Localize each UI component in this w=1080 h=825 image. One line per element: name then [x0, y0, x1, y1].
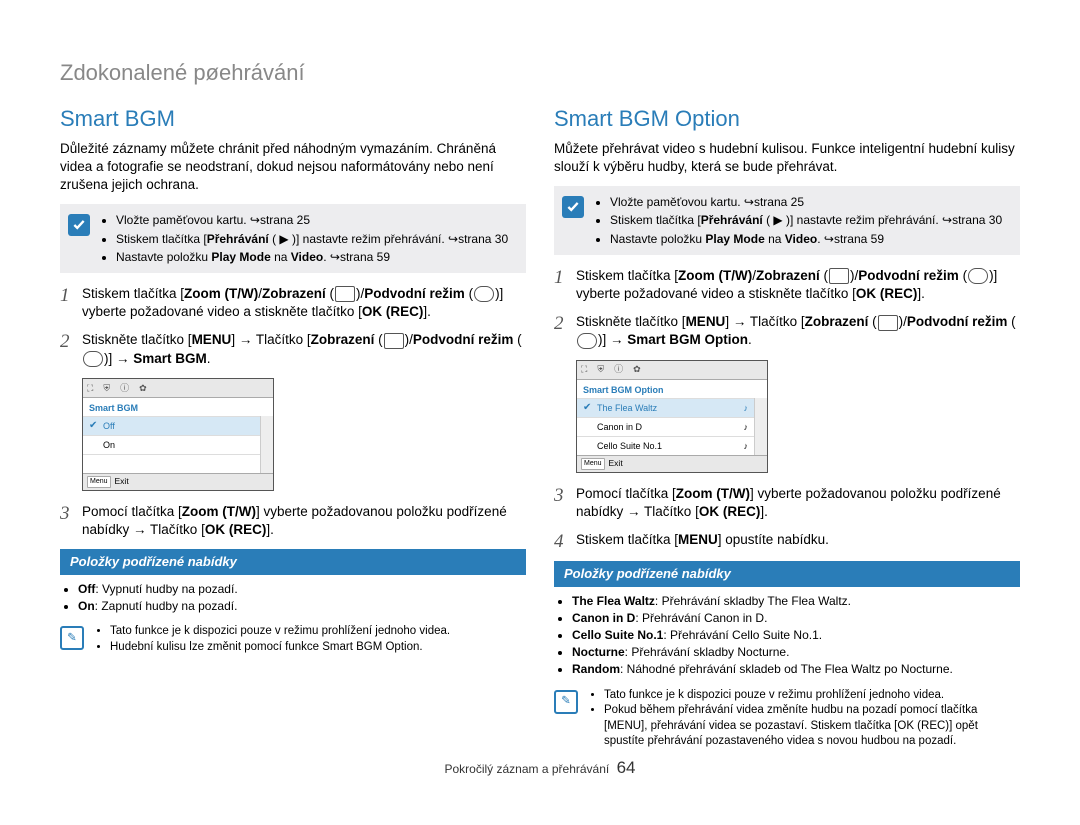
prereq-note-left: Vložte paměťovou kartu. ↪strana 25 Stisk… [60, 204, 526, 273]
tip-item: Hudební kulisu lze změnit pomocí funkce … [110, 640, 450, 656]
step-number: 2 [60, 331, 82, 351]
submenu-item: Off: Vypnutí hudby na pozadí. [78, 581, 526, 597]
underwater-icon [83, 351, 103, 367]
scrollbar [754, 398, 767, 455]
scrollbar [260, 416, 273, 473]
ss-title: Smart BGM Option [577, 380, 767, 398]
submenu-item: Random: Náhodné přehrávání skladeb od Th… [572, 661, 1020, 677]
section-heading-right: Smart BGM Option [554, 104, 1020, 134]
note-icon: ✎ [60, 626, 84, 650]
submenu-item: The Flea Waltz: Přehrávání skladby The F… [572, 593, 1020, 609]
prereq-note-right: Vložte paměťovou kartu. ↪strana 25 Stisk… [554, 186, 1020, 255]
tip-item: Tato funkce je k dispozici pouze v režim… [110, 624, 450, 640]
underwater-icon [968, 268, 988, 284]
sd-icon: ⛶ [581, 363, 587, 375]
sd-icon: ⛶ [87, 382, 93, 394]
display-icon [878, 315, 898, 331]
display-icon [384, 333, 404, 349]
left-column: Smart BGM Důležité záznamy můžete chráni… [60, 104, 526, 750]
ss-title: Smart BGM [83, 398, 273, 416]
ss-toolbar: ⛶ ⛨ ⓘ ✿ [83, 379, 273, 398]
submenu-header: Položky podřízené nabídky [60, 549, 526, 575]
submenu-item: On: Zapnutí hudby na pozadí. [78, 598, 526, 614]
ss-toolbar: ⛶ ⛨ ⓘ ✿ [577, 361, 767, 380]
note-item: Nastavte položku Play Mode na Video. ↪st… [610, 231, 1002, 247]
info-icon: ⓘ [614, 363, 623, 375]
menu-button: Menu [581, 458, 605, 470]
ss-row-selected: ✔The Flea Waltz♪ [577, 398, 754, 417]
intro-right: Můžete přehrávat video s hudební kulisou… [554, 140, 1020, 176]
underwater-icon [577, 333, 597, 349]
intro-left: Důležité záznamy můžete chránit před náh… [60, 140, 526, 195]
note-item: Vložte paměťovou kartu. ↪strana 25 [116, 212, 508, 228]
submenu-list: The Flea Waltz: Přehrávání skladby The F… [554, 593, 1020, 678]
step-3: 3 Pomocí tlačítka [Zoom (T/W)] vyberte p… [554, 485, 1020, 521]
step-4: 4 Stiskem tlačítka [MENU] opustíte nabíd… [554, 531, 1020, 551]
submenu-item: Nocturne: Přehrávání skladby Nocturne. [572, 644, 1020, 660]
ss-row: Cello Suite No.1♪ [577, 436, 754, 455]
right-column: Smart BGM Option Můžete přehrávat video … [554, 104, 1020, 750]
display-icon [829, 268, 849, 284]
page-footer: Pokročilý záznam a přehrávání 64 [60, 758, 1020, 778]
section-heading-left: Smart BGM [60, 104, 526, 134]
ss-row: Canon in D♪ [577, 417, 754, 436]
lock-icon: ⛨ [103, 382, 110, 394]
check-icon: ✔ [583, 401, 593, 415]
submenu-list: Off: Vypnutí hudby na pozadí. On: Zapnut… [60, 581, 526, 614]
step-2: 2 Stiskněte tlačítko [MENU] → Tlačítko [… [60, 331, 526, 367]
tip-box-left: ✎ Tato funkce je k dispozici pouze v rež… [60, 624, 526, 655]
note-item: Vložte paměťovou kartu. ↪strana 25 [610, 194, 1002, 210]
note-item: Stiskem tlačítka [Přehrávání ( ▶ )] nast… [610, 212, 1002, 228]
tip-item: Tato funkce je k dispozici pouze v režim… [604, 688, 1020, 704]
ss-row: On [83, 435, 260, 454]
step-number: 1 [554, 267, 576, 287]
ss-footer: MenuExit [83, 473, 273, 490]
note-item: Stiskem tlačítka [Přehrávání ( ▶ )] nast… [116, 231, 508, 247]
submenu-item: Cello Suite No.1: Přehrávání Cello Suite… [572, 627, 1020, 643]
check-icon: ✔ [89, 419, 99, 433]
menu-screenshot-right: ⛶ ⛨ ⓘ ✿ Smart BGM Option ✔The Flea Waltz… [576, 360, 768, 473]
gear-icon: ✿ [139, 382, 147, 394]
page-title: Zdokonalené pøehrávání [60, 60, 1020, 86]
step-1: 1 Stiskem tlačítka [Zoom (T/W)/Zobrazení… [60, 285, 526, 321]
note-item: Nastavte položku Play Mode na Video. ↪st… [116, 249, 508, 265]
step-number: 3 [554, 485, 576, 505]
ss-footer: MenuExit [577, 455, 767, 472]
menu-screenshot-left: ⛶ ⛨ ⓘ ✿ Smart BGM ✔Off On MenuExit [82, 378, 274, 491]
check-icon [562, 196, 584, 218]
menu-button: Menu [87, 476, 111, 488]
step-number: 3 [60, 503, 82, 523]
ss-row [83, 454, 260, 473]
music-icon: ♪ [744, 440, 749, 452]
lock-icon: ⛨ [597, 363, 604, 375]
display-icon [335, 286, 355, 302]
step-number: 1 [60, 285, 82, 305]
ss-row-selected: ✔Off [83, 416, 260, 435]
underwater-icon [474, 286, 494, 302]
step-2: 2 Stiskněte tlačítko [MENU] → Tlačítko [… [554, 313, 1020, 349]
tip-item: Pokud během přehrávání videa změníte hud… [604, 703, 1020, 750]
gear-icon: ✿ [633, 363, 641, 375]
check-icon [68, 214, 90, 236]
note-icon: ✎ [554, 690, 578, 714]
step-3: 3 Pomocí tlačítka [Zoom (T/W)] vyberte p… [60, 503, 526, 539]
step-number: 4 [554, 531, 576, 551]
info-icon: ⓘ [120, 382, 129, 394]
submenu-header: Položky podřízené nabídky [554, 561, 1020, 587]
submenu-item: Canon in D: Přehrávání Canon in D. [572, 610, 1020, 626]
step-number: 2 [554, 313, 576, 333]
step-1: 1 Stiskem tlačítka [Zoom (T/W)/Zobrazení… [554, 267, 1020, 303]
tip-box-right: ✎ Tato funkce je k dispozici pouze v rež… [554, 688, 1020, 750]
music-icon: ♪ [744, 421, 749, 433]
music-icon: ♪ [744, 402, 749, 414]
page-number: 64 [617, 758, 636, 777]
